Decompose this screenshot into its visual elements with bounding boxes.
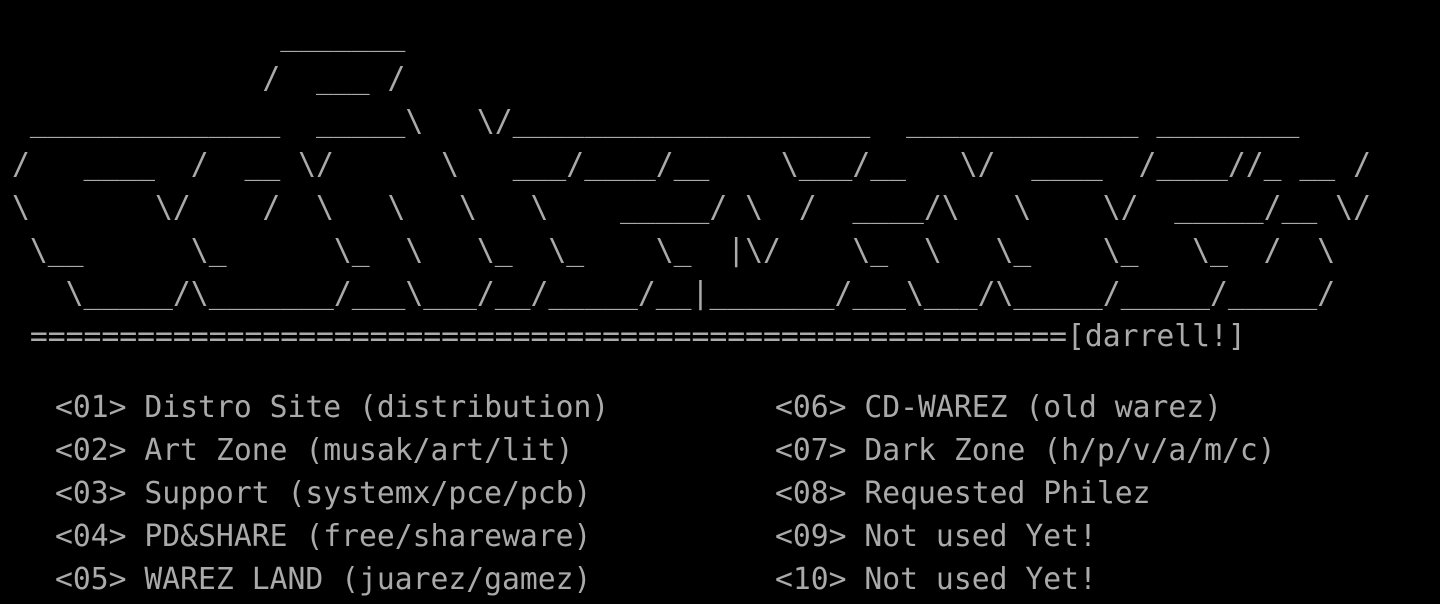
menu-item-06[interactable]: <06> CD-WAREZ (old warez) xyxy=(775,386,1276,429)
menu-item-key: <08> xyxy=(775,476,847,511)
menu-item-label: Art Zone (musak/art/lit) xyxy=(144,433,574,468)
ansi-art-line: \ \/ / \ \ \ \ _____/ \ / ____/\ \ \/ __… xyxy=(12,190,1371,225)
menu-column-left: <01> Distro Site (distribution) <02> Art… xyxy=(55,386,615,601)
menu-item-10[interactable]: <10> Not used Yet! xyxy=(775,558,1276,601)
menu-item-key: <02> xyxy=(55,433,127,468)
menu-item-label: CD-WAREZ (old warez) xyxy=(864,390,1223,425)
ansi-logo-art: _______ / ___ / ______________ _____\ \/… xyxy=(12,14,1371,358)
menu-item-label: Requested Philez xyxy=(864,476,1151,511)
ansi-art-line: / ___ / xyxy=(12,61,406,96)
menu-item-label: Not used Yet! xyxy=(864,562,1097,597)
menu-item-07[interactable]: <07> Dark Zone (h/p/v/a/m/c) xyxy=(775,429,1276,472)
menu-item-09[interactable]: <09> Not used Yet! xyxy=(775,515,1276,558)
menu-item-label: Dark Zone (h/p/v/a/m/c) xyxy=(864,433,1276,468)
menu-item-03[interactable]: <03> Support (systemx/pce/pcb) xyxy=(55,472,609,515)
ansi-art-line: _______ xyxy=(12,18,406,53)
menu-item-key: <01> xyxy=(55,390,127,425)
bbs-terminal-screen: _______ / ___ / ______________ _____\ \/… xyxy=(0,0,1440,604)
ansi-art-line: \_____/\_______/___\___/__/_____/__|____… xyxy=(12,276,1336,311)
menu-item-key: <07> xyxy=(775,433,847,468)
ansi-divider-signature: ========================================… xyxy=(12,319,1246,354)
menu-item-01[interactable]: <01> Distro Site (distribution) xyxy=(55,386,609,429)
menu-item-02[interactable]: <02> Art Zone (musak/art/lit) xyxy=(55,429,609,472)
menu-item-key: <09> xyxy=(775,519,847,554)
conference-menu: <01> Distro Site (distribution) <02> Art… xyxy=(55,386,1395,601)
menu-item-08[interactable]: <08> Requested Philez xyxy=(775,472,1276,515)
menu-item-label: PD&SHARE (free/shareware) xyxy=(144,519,592,554)
menu-item-label: Support (systemx/pce/pcb) xyxy=(144,476,592,511)
menu-item-key: <04> xyxy=(55,519,127,554)
ansi-art-line: / ____ / __ \/ \ ___/____/__ \___/__ \/ … xyxy=(12,147,1371,182)
menu-item-key: <03> xyxy=(55,476,127,511)
menu-item-04[interactable]: <04> PD&SHARE (free/shareware) xyxy=(55,515,609,558)
menu-item-key: <05> xyxy=(55,562,127,597)
menu-item-key: <06> xyxy=(775,390,847,425)
menu-item-label: Not used Yet! xyxy=(864,519,1097,554)
menu-item-key: <10> xyxy=(775,562,847,597)
menu-item-05[interactable]: <05> WAREZ LAND (juarez/gamez) xyxy=(55,558,609,601)
menu-item-label: WAREZ LAND (juarez/gamez) xyxy=(144,562,592,597)
menu-item-label: Distro Site (distribution) xyxy=(144,390,610,425)
ansi-art-line: \__ \_ \_ \ \_ \_ \_ |\/ \_ \ \_ \_ \_ /… xyxy=(12,233,1336,268)
menu-column-right: <06> CD-WAREZ (old warez) <07> Dark Zone… xyxy=(775,386,1281,601)
ansi-art-line: ______________ _____\ \/________________… xyxy=(12,104,1300,139)
